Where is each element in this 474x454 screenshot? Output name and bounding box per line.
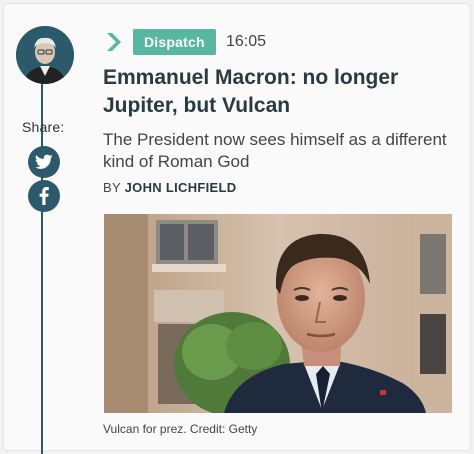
- byline-prefix: BY: [103, 180, 121, 195]
- article-hero-image[interactable]: [104, 214, 452, 413]
- author-portrait-icon: [16, 26, 74, 84]
- article-page: Share: Dispatch 16:05 Emmanuel Macron: n…: [0, 0, 474, 454]
- share-facebook-button[interactable]: [28, 180, 60, 212]
- share-twitter-button[interactable]: [28, 146, 60, 178]
- share-label: Share:: [22, 119, 65, 135]
- article-type-badge[interactable]: Dispatch: [133, 29, 216, 55]
- author-name-link[interactable]: JOHN LICHFIELD: [125, 180, 237, 195]
- article-headline[interactable]: Emmanuel Macron: no longer Jupiter, but …: [103, 64, 453, 120]
- macron-photo: [104, 214, 452, 413]
- twitter-icon: [35, 154, 53, 169]
- image-caption: Vulcan for prez. Credit: Getty: [103, 422, 258, 436]
- byline: BY JOHN LICHFIELD: [103, 180, 236, 195]
- article-time: 16:05: [226, 33, 267, 50]
- chevron-right-icon: [107, 33, 121, 51]
- facebook-icon: [39, 187, 49, 205]
- article-subheadline: The President now sees himself as a diff…: [103, 130, 447, 171]
- author-avatar[interactable]: [16, 26, 74, 84]
